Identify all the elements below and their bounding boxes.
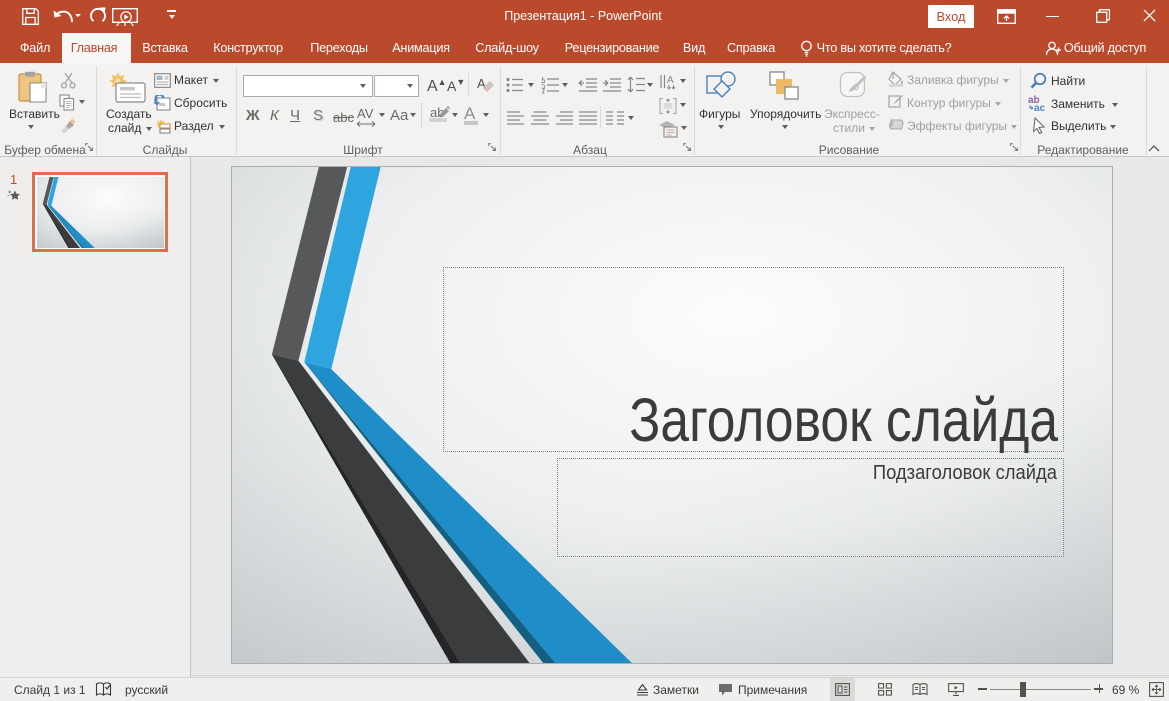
svg-text:ac: ac: [1034, 103, 1046, 112]
svg-text:A: A: [667, 75, 674, 86]
